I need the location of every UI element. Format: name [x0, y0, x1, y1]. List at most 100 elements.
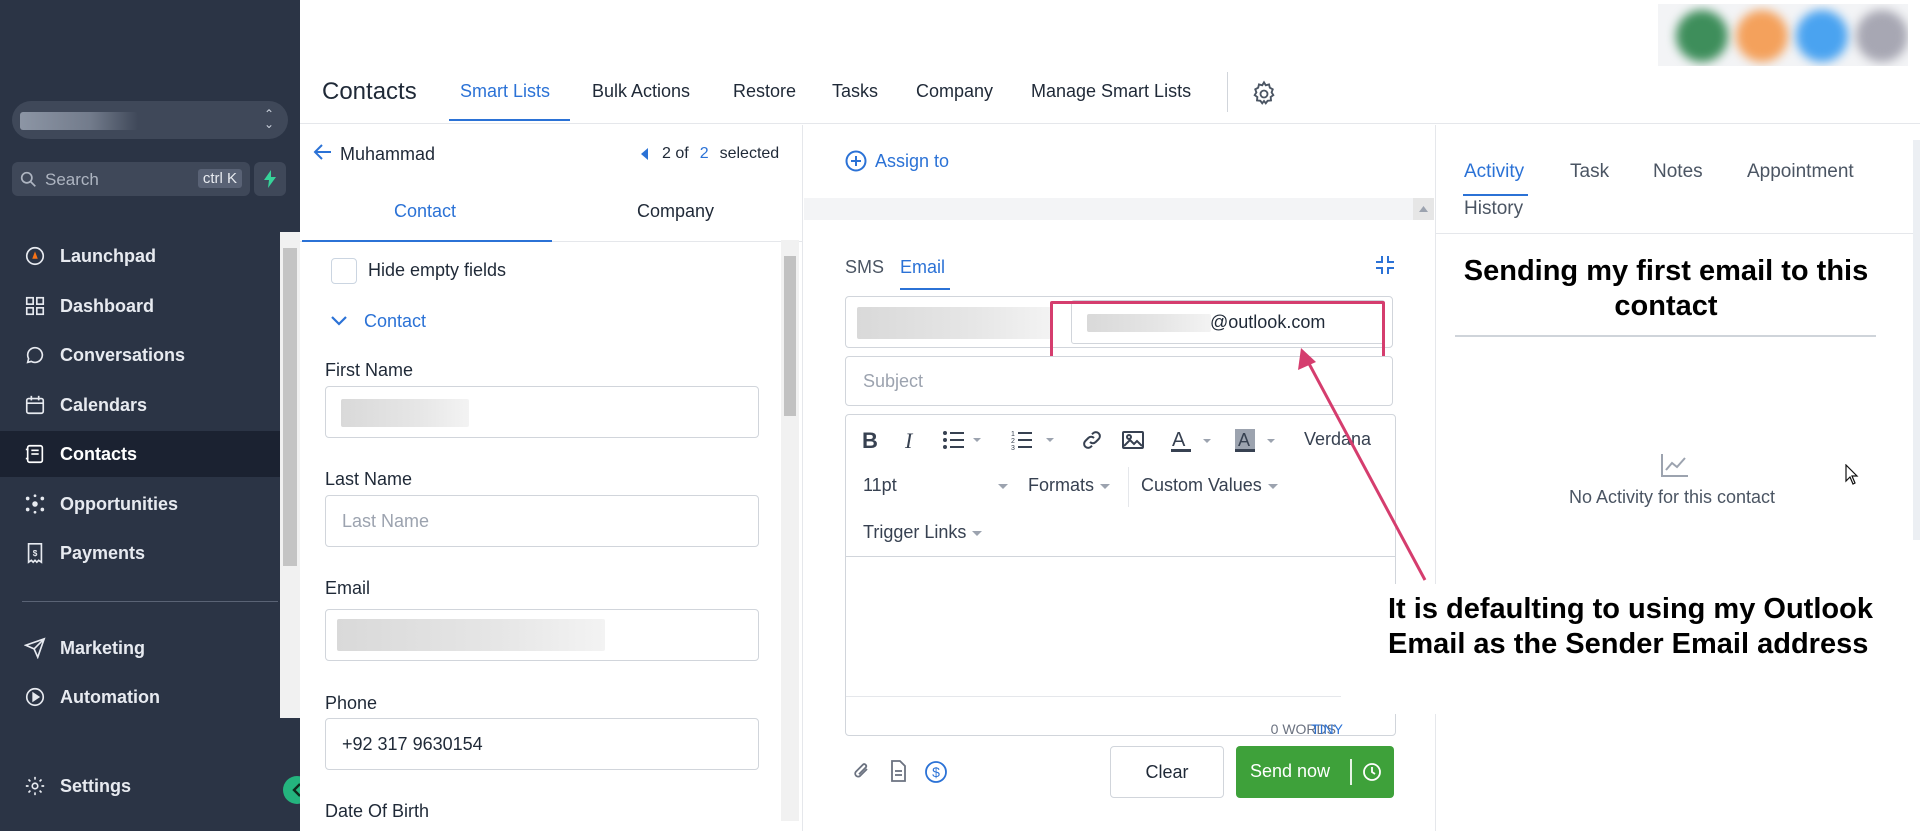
- scrollbar-thumb[interactable]: [283, 248, 297, 566]
- tab-manage-smart-lists[interactable]: Manage Smart Lists: [1031, 81, 1191, 102]
- svg-text:3: 3: [1011, 445, 1015, 451]
- tab-smart-lists[interactable]: Smart Lists: [460, 81, 550, 102]
- user-avatars-redacted: [1658, 4, 1908, 66]
- date-of-birth-label: Date Of Birth: [325, 801, 430, 821]
- send-now-button[interactable]: Send now: [1236, 746, 1394, 798]
- paperclip-icon[interactable]: [852, 760, 872, 782]
- italic-icon[interactable]: I: [900, 428, 924, 452]
- tab-bulk-actions[interactable]: Bulk Actions: [592, 81, 690, 102]
- sidebar-item-opportunities[interactable]: Opportunities: [0, 481, 280, 527]
- clear-button[interactable]: Clear: [1110, 746, 1224, 798]
- chart-trend-icon: [1661, 454, 1688, 477]
- document-icon[interactable]: [888, 760, 908, 782]
- tab-company-details[interactable]: Company: [637, 201, 714, 222]
- sidebar-item-label: Opportunities: [60, 493, 178, 514]
- sidebar-item-marketing[interactable]: Marketing: [0, 625, 280, 671]
- caret-down-icon: [972, 530, 983, 536]
- tab-history[interactable]: History: [1464, 198, 1523, 220]
- panel-scrollbar[interactable]: [781, 240, 799, 821]
- font-family-value: Verdana: [1304, 429, 1372, 449]
- tab-task[interactable]: Task: [1570, 161, 1609, 183]
- background-color-icon[interactable]: A: [1234, 428, 1278, 454]
- hide-empty-checkbox[interactable]: [331, 258, 357, 284]
- numbered-list-icon[interactable]: 123: [1011, 428, 1055, 452]
- link-icon[interactable]: [1079, 428, 1105, 452]
- svg-text:I: I: [904, 429, 914, 451]
- bold-icon[interactable]: B: [858, 428, 882, 452]
- assign-to-button[interactable]: Assign to: [845, 150, 949, 172]
- trigger-links-select[interactable]: Trigger Links: [863, 522, 983, 543]
- chevron-down-icon[interactable]: [330, 315, 348, 327]
- sidebar-item-conversations[interactable]: Conversations: [0, 332, 280, 378]
- sidebar-scrollbar[interactable]: [280, 232, 300, 718]
- custom-values-label: Custom Values: [1141, 475, 1262, 495]
- settings-gear-icon[interactable]: [1250, 80, 1278, 108]
- email-label: Email: [325, 578, 371, 598]
- scroll-up-arrow[interactable]: [1413, 198, 1434, 220]
- last-name-field[interactable]: Last Name: [325, 495, 759, 547]
- sidebar-item-label: Launchpad: [60, 245, 157, 266]
- sidebar-item-label: Payments: [60, 542, 146, 563]
- phone-field[interactable]: +92 317 9630154: [325, 718, 759, 770]
- caret-down-icon: [1267, 483, 1278, 489]
- text-color-icon[interactable]: A: [1170, 428, 1214, 454]
- tab-activity[interactable]: Activity: [1464, 161, 1524, 183]
- editor-status-bar: 0 WORDS POWERED BY TINY: [846, 696, 1395, 735]
- record-pager: 2 of 2 selected: [641, 145, 779, 163]
- subject-input[interactable]: Subject: [845, 356, 1393, 406]
- search-box[interactable]: Search ctrl K: [12, 162, 250, 196]
- conversation-scrollbar[interactable]: [804, 198, 1434, 220]
- hide-empty-label: Hide empty fields: [368, 260, 507, 280]
- font-size-select[interactable]: 11pt: [863, 475, 1008, 496]
- tab-tasks[interactable]: Tasks: [832, 81, 878, 102]
- font-family-select[interactable]: Verdana: [1304, 429, 1371, 450]
- scrollbar-thumb[interactable]: [784, 256, 796, 416]
- collapse-compose-icon[interactable]: [1374, 254, 1396, 276]
- formats-select[interactable]: Formats: [1028, 475, 1111, 496]
- sidebar-item-dashboard[interactable]: Dashboard: [0, 283, 280, 329]
- activity-tab-indicator: [1463, 194, 1528, 196]
- schedule-clock-icon[interactable]: [1362, 762, 1382, 782]
- redacted-value: [857, 307, 1051, 339]
- tab-notes[interactable]: Notes: [1653, 161, 1703, 183]
- back-arrow-icon[interactable]: [313, 143, 333, 161]
- tab-restore[interactable]: Restore: [733, 81, 796, 102]
- tab-sms[interactable]: SMS: [845, 257, 884, 278]
- editor-toolbar-divider: [846, 556, 1395, 557]
- sidebar-item-automation[interactable]: Automation: [0, 674, 280, 720]
- tab-appointment[interactable]: Appointment: [1747, 161, 1854, 183]
- custom-values-select[interactable]: Custom Values: [1141, 475, 1278, 496]
- automation-icon: [22, 684, 48, 710]
- chat-icon: [22, 342, 48, 368]
- account-name-redacted: [20, 112, 138, 130]
- active-tab-indicator: [449, 119, 570, 121]
- tiny-brand-link[interactable]: TINY: [1311, 721, 1343, 735]
- activity-tabs-border: [1435, 233, 1915, 234]
- quick-action-button[interactable]: [254, 162, 286, 196]
- send-now-label: Send now: [1250, 761, 1331, 781]
- pager-suffix: selected: [719, 145, 780, 162]
- activity-scrollbar[interactable]: [1913, 140, 1920, 540]
- search-placeholder: Search: [45, 170, 99, 189]
- sidebar-item-payments[interactable]: $ Payments: [0, 530, 280, 576]
- image-icon[interactable]: [1120, 428, 1146, 452]
- caret-left-icon[interactable]: [641, 148, 649, 160]
- sidebar-item-calendars[interactable]: Calendars: [0, 382, 280, 428]
- tab-company[interactable]: Company: [916, 81, 993, 102]
- section-title-contact[interactable]: Contact: [364, 311, 426, 332]
- email-editor[interactable]: B I 123 A A Verdana 11pt Formats Custom …: [845, 414, 1396, 736]
- tab-email[interactable]: Email: [900, 257, 945, 278]
- email-field[interactable]: [325, 609, 759, 661]
- payment-dollar-icon[interactable]: $: [924, 760, 948, 784]
- sidebar-item-contacts[interactable]: Contacts: [0, 431, 280, 477]
- pager-current: 2: [699, 145, 709, 162]
- account-switcher[interactable]: ⌃ ⌄: [12, 101, 288, 139]
- annotation-note-text: It is defaulting to using my Outlook Ema…: [1388, 593, 1873, 660]
- sidebar-item-settings[interactable]: Settings: [0, 763, 280, 809]
- sidebar-item-label: Calendars: [60, 394, 148, 415]
- first-name-field[interactable]: [325, 386, 759, 438]
- tab-contact[interactable]: Contact: [394, 201, 456, 222]
- page-title: Contacts: [322, 78, 417, 105]
- sidebar-item-launchpad[interactable]: Launchpad: [0, 233, 280, 279]
- bullet-list-icon[interactable]: [942, 428, 982, 452]
